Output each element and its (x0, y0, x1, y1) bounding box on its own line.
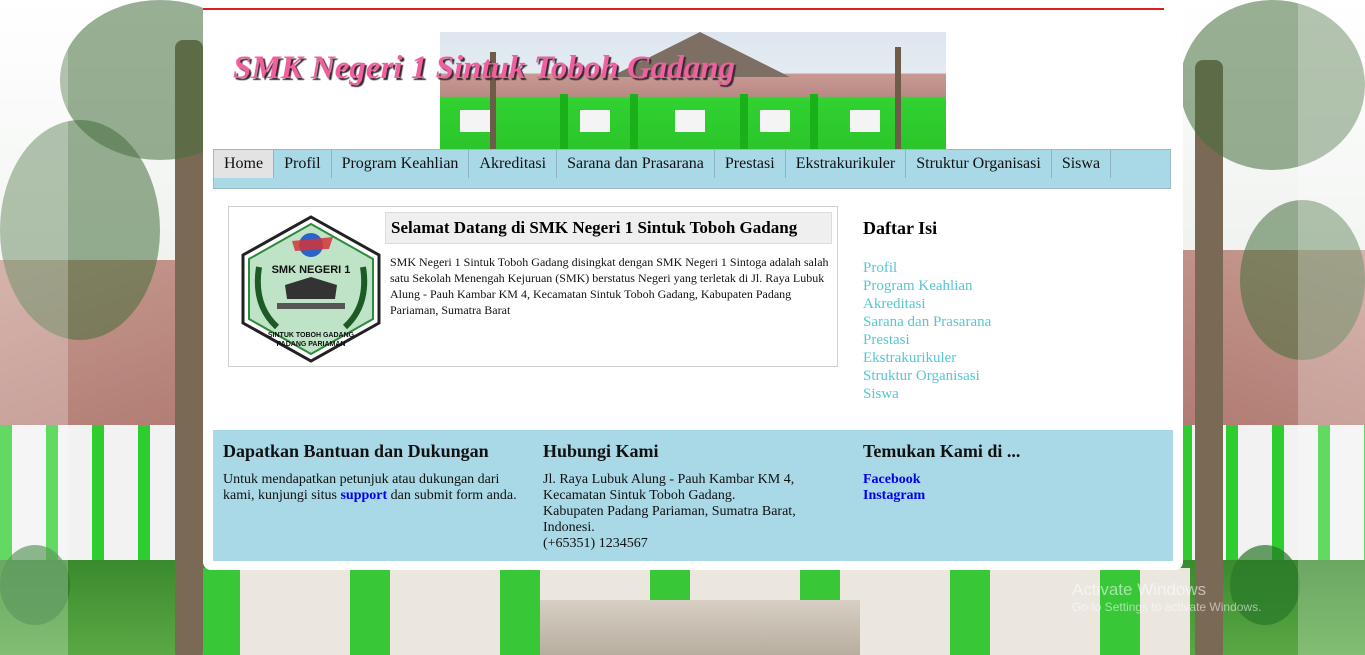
header: SMK Negeri 1 Sintuk Toboh Gadang (213, 20, 1163, 150)
logo-top-text: SMK NEGERI 1 (272, 264, 351, 276)
nav-item-home[interactable]: Home (214, 150, 275, 178)
support-link[interactable]: support (340, 488, 387, 503)
nav-item-akreditasi[interactable]: Akreditasi (469, 150, 558, 178)
nav-item-ekstrakurikuler[interactable]: Ekstrakurikuler (786, 150, 907, 178)
welcome-text: SMK Negeri 1 Sintuk Toboh Gadang disingk… (390, 255, 829, 317)
nav-item-siswa[interactable]: Siswa (1052, 150, 1112, 178)
sidebar-link-sarana-prasarana[interactable]: Sarana dan Prasarana (863, 313, 1163, 331)
footer-help-title: Dapatkan Bantuan dan Dukungan (223, 441, 489, 461)
page-container: SMK Negeri 1 Sintuk Toboh Gadang Home Pr… (203, 0, 1183, 570)
logo-bottom-text-1: SINTUK TOBOH GADANG (268, 332, 355, 339)
nav-item-profil[interactable]: Profil (274, 150, 332, 178)
footer-social-title: Temukan Kami di ... (863, 441, 1021, 461)
contact-line: Kabupaten Padang Pariaman, Sumatra Barat… (543, 504, 796, 519)
welcome-title: Selamat Datang di SMK Negeri 1 Sintuk To… (385, 212, 832, 244)
sidebar-link-prestasi[interactable]: Prestasi (863, 331, 1163, 349)
footer-help: Dapatkan Bantuan dan Dukungan Untuk mend… (223, 440, 523, 504)
nav-item-sarana-prasarana[interactable]: Sarana dan Prasarana (557, 150, 715, 178)
school-logo: SMK NEGERI 1 SINTUK TOBOH GADANG PADANG … (241, 215, 381, 363)
contact-line: Kecamatan Sintuk Toboh Gadang. (543, 488, 736, 503)
nav-item-prestasi[interactable]: Prestasi (715, 150, 786, 178)
sidebar-link-program-keahlian[interactable]: Program Keahlian (863, 277, 1163, 295)
footer-contact: Hubungi Kami Jl. Raya Lubuk Alung - Pauh… (543, 440, 843, 552)
footer-social: Temukan Kami di ... Facebook Instagram (863, 440, 1163, 504)
activate-windows-watermark: Activate Windows Go to Settings to activ… (1072, 580, 1262, 614)
welcome-box: SMK NEGERI 1 SINTUK TOBOH GADANG PADANG … (228, 206, 838, 367)
sidebar-link-akreditasi[interactable]: Akreditasi (863, 295, 1163, 313)
footer-help-text: Untuk mendapatkan petunjuk atau dukungan… (223, 472, 517, 503)
contact-line: Jl. Raya Lubuk Alung - Pauh Kambar KM 4, (543, 472, 795, 487)
sidebar-table-of-contents: Daftar Isi Profil Program Keahlian Akred… (863, 218, 1163, 403)
contact-line: Indonesi. (543, 520, 595, 535)
site-title: SMK Negeri 1 Sintuk Toboh Gadang (233, 50, 736, 86)
top-accent-line (203, 8, 1164, 10)
footer: Dapatkan Bantuan dan Dukungan Untuk mend… (213, 430, 1173, 561)
sidebar-title: Daftar Isi (863, 218, 938, 238)
nav-item-program-keahlian[interactable]: Program Keahlian (332, 150, 470, 178)
sidebar-link-struktur-organisasi[interactable]: Struktur Organisasi (863, 367, 1163, 385)
contact-phone: (+65351) 1234567 (543, 536, 648, 551)
sidebar-link-ekstrakurikuler[interactable]: Ekstrakurikuler (863, 349, 1163, 367)
sidebar-link-siswa[interactable]: Siswa (863, 385, 1163, 403)
sidebar-link-profil[interactable]: Profil (863, 259, 1163, 277)
nav-item-struktur-organisasi[interactable]: Struktur Organisasi (906, 150, 1052, 178)
logo-bottom-text-2: PADANG PARIAMAN (277, 341, 346, 348)
instagram-link[interactable]: Instagram (863, 488, 1163, 504)
footer-contact-title: Hubungi Kami (543, 441, 659, 461)
main-nav: Home Profil Program Keahlian Akreditasi … (213, 149, 1171, 189)
facebook-link[interactable]: Facebook (863, 472, 1163, 488)
